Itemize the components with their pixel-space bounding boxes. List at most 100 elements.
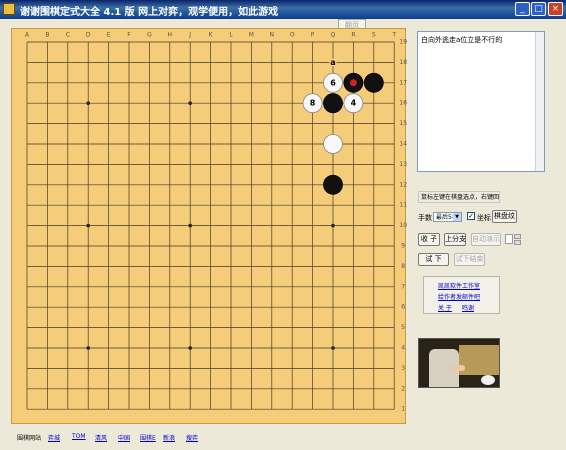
star-point: [331, 346, 335, 350]
coordinate-label: 坐标: [477, 214, 491, 222]
row-label: 15: [399, 120, 407, 127]
link-panel: 凯凯软件工作室 给作者发邮件吧 关 于 鸣谢: [423, 276, 500, 314]
row-label: 3: [401, 365, 405, 372]
speed-stepper[interactable]: [505, 233, 521, 246]
star-point: [188, 101, 192, 105]
comment-text: 白向外逃走a位立是不行的: [421, 36, 503, 44]
maximize-button[interactable]: □: [531, 2, 546, 16]
site-link-yicheng[interactable]: 弈城: [48, 433, 60, 442]
site-link-china[interactable]: 中国: [118, 433, 130, 442]
row-label: 12: [399, 181, 407, 188]
star-point: [86, 346, 90, 350]
site-link-weiqie[interactable]: 围棋E: [140, 433, 156, 442]
move-count-select[interactable]: 最后5手 ▼: [433, 212, 462, 222]
row-label: 4: [401, 345, 405, 352]
site-link-qingfeng[interactable]: 清风: [95, 433, 107, 442]
chevron-down-icon: ▼: [453, 213, 461, 221]
white-stone[interactable]: [323, 134, 343, 154]
row-label: 6: [401, 304, 405, 311]
site-link-tom[interactable]: TOM: [72, 433, 86, 440]
star-point: [331, 223, 335, 228]
point-marker: a: [330, 58, 335, 67]
thanks-link[interactable]: 鸣谢: [462, 303, 474, 312]
move-count-label: 手数: [418, 214, 432, 222]
column-label: S: [372, 32, 376, 39]
row-label: 9: [401, 243, 405, 250]
row-label: 1: [401, 406, 405, 413]
row-label: 17: [399, 79, 407, 86]
column-label: P: [311, 32, 315, 39]
black-stone[interactable]: [323, 93, 343, 114]
prev-branch-button[interactable]: 上分支: [444, 233, 466, 246]
email-author-link[interactable]: 给作者发邮件吧: [438, 292, 480, 301]
websites-label: 围棋网站: [17, 435, 42, 442]
row-label: 16: [399, 100, 407, 107]
column-label: A: [25, 32, 30, 39]
title-bar: 谢谢围棋定式大全 4.1 版 网上对弈，观学便用，如此游戏 _ □ ×: [0, 0, 566, 19]
row-label: 13: [399, 161, 407, 168]
star-point: [86, 223, 90, 228]
last-move-marker: [349, 79, 357, 87]
column-label: E: [107, 32, 111, 39]
video-preview[interactable]: [418, 338, 500, 388]
stepper-up-icon[interactable]: [514, 234, 521, 239]
row-label: 11: [399, 202, 407, 209]
column-label: D: [86, 32, 91, 39]
star-point: [86, 101, 90, 105]
star-point: [188, 223, 192, 228]
row-label: 8: [401, 263, 405, 270]
comment-panel[interactable]: 白向外逃走a位立是不行的: [417, 31, 545, 172]
coordinate-checkbox[interactable]: ✓: [467, 212, 475, 220]
speed-stepper-field[interactable]: [505, 234, 513, 244]
column-label: T: [391, 32, 396, 39]
window-title: 谢谢围棋定式大全 4.1 版 网上对弈，观学便用，如此游戏: [20, 7, 279, 18]
row-label: 18: [399, 59, 407, 66]
go-board[interactable]: A B C D E F G H J K L M N O P Q R S T 19 18 17 16 15 14 13 12 11 10 9…: [11, 28, 407, 425]
row-label: 5: [401, 324, 405, 331]
column-label: B: [45, 32, 49, 39]
video-hand-image: [449, 365, 465, 371]
site-link-sina[interactable]: 新浪: [163, 433, 175, 442]
go-board-grid[interactable]: A B C D E F G H J K L M N O P Q R S T191817161514131211109…: [12, 29, 407, 425]
stone-number: 6: [330, 78, 336, 87]
studio-link[interactable]: 凯凯软件工作室: [438, 281, 480, 290]
row-label: 10: [399, 222, 407, 229]
column-label: M: [249, 32, 254, 39]
row-label: 14: [399, 141, 407, 148]
black-stone[interactable]: [323, 174, 343, 195]
stone-number: 8: [310, 99, 316, 108]
column-label: F: [127, 32, 131, 39]
video-board-image: [459, 345, 499, 375]
stone-bowl-image: [481, 375, 495, 385]
row-label: 2: [401, 385, 405, 392]
star-point: [188, 346, 192, 350]
stone-number: 4: [351, 99, 357, 108]
column-label: N: [270, 32, 275, 39]
column-label: K: [209, 32, 214, 39]
status-bar: 围棋网站 弈城 TOM 清风 中国 围棋E 新浪 搜弈: [0, 428, 566, 450]
site-link-souyi[interactable]: 搜弈: [186, 433, 198, 442]
app-icon: [3, 3, 15, 15]
black-stone[interactable]: [363, 72, 384, 93]
try-button[interactable]: 试 下: [418, 253, 449, 266]
column-label: H: [168, 32, 173, 39]
stepper-down-icon[interactable]: [514, 240, 521, 245]
close-button[interactable]: ×: [548, 2, 563, 16]
about-link[interactable]: 关 于: [438, 303, 452, 312]
column-label: J: [188, 32, 191, 39]
end-try-button[interactable]: 试下结束: [454, 253, 485, 266]
comment-scrollbar[interactable]: [535, 32, 544, 171]
column-label: R: [351, 32, 355, 39]
column-label: Q: [331, 32, 336, 39]
column-label: G: [147, 32, 152, 39]
hint-field: 鼠标左键在棋盘选点，右键回退: [418, 191, 500, 203]
board-texture-button[interactable]: 棋盘纹: [492, 210, 517, 223]
column-label: C: [66, 32, 70, 39]
minimize-button[interactable]: _: [515, 2, 530, 16]
column-label: O: [290, 32, 295, 39]
row-label: 19: [399, 39, 407, 46]
auto-demo-button[interactable]: 自动演示: [471, 233, 501, 246]
row-label: 7: [401, 283, 405, 290]
collect-button[interactable]: 收 子: [418, 233, 440, 246]
column-label: L: [229, 32, 233, 39]
